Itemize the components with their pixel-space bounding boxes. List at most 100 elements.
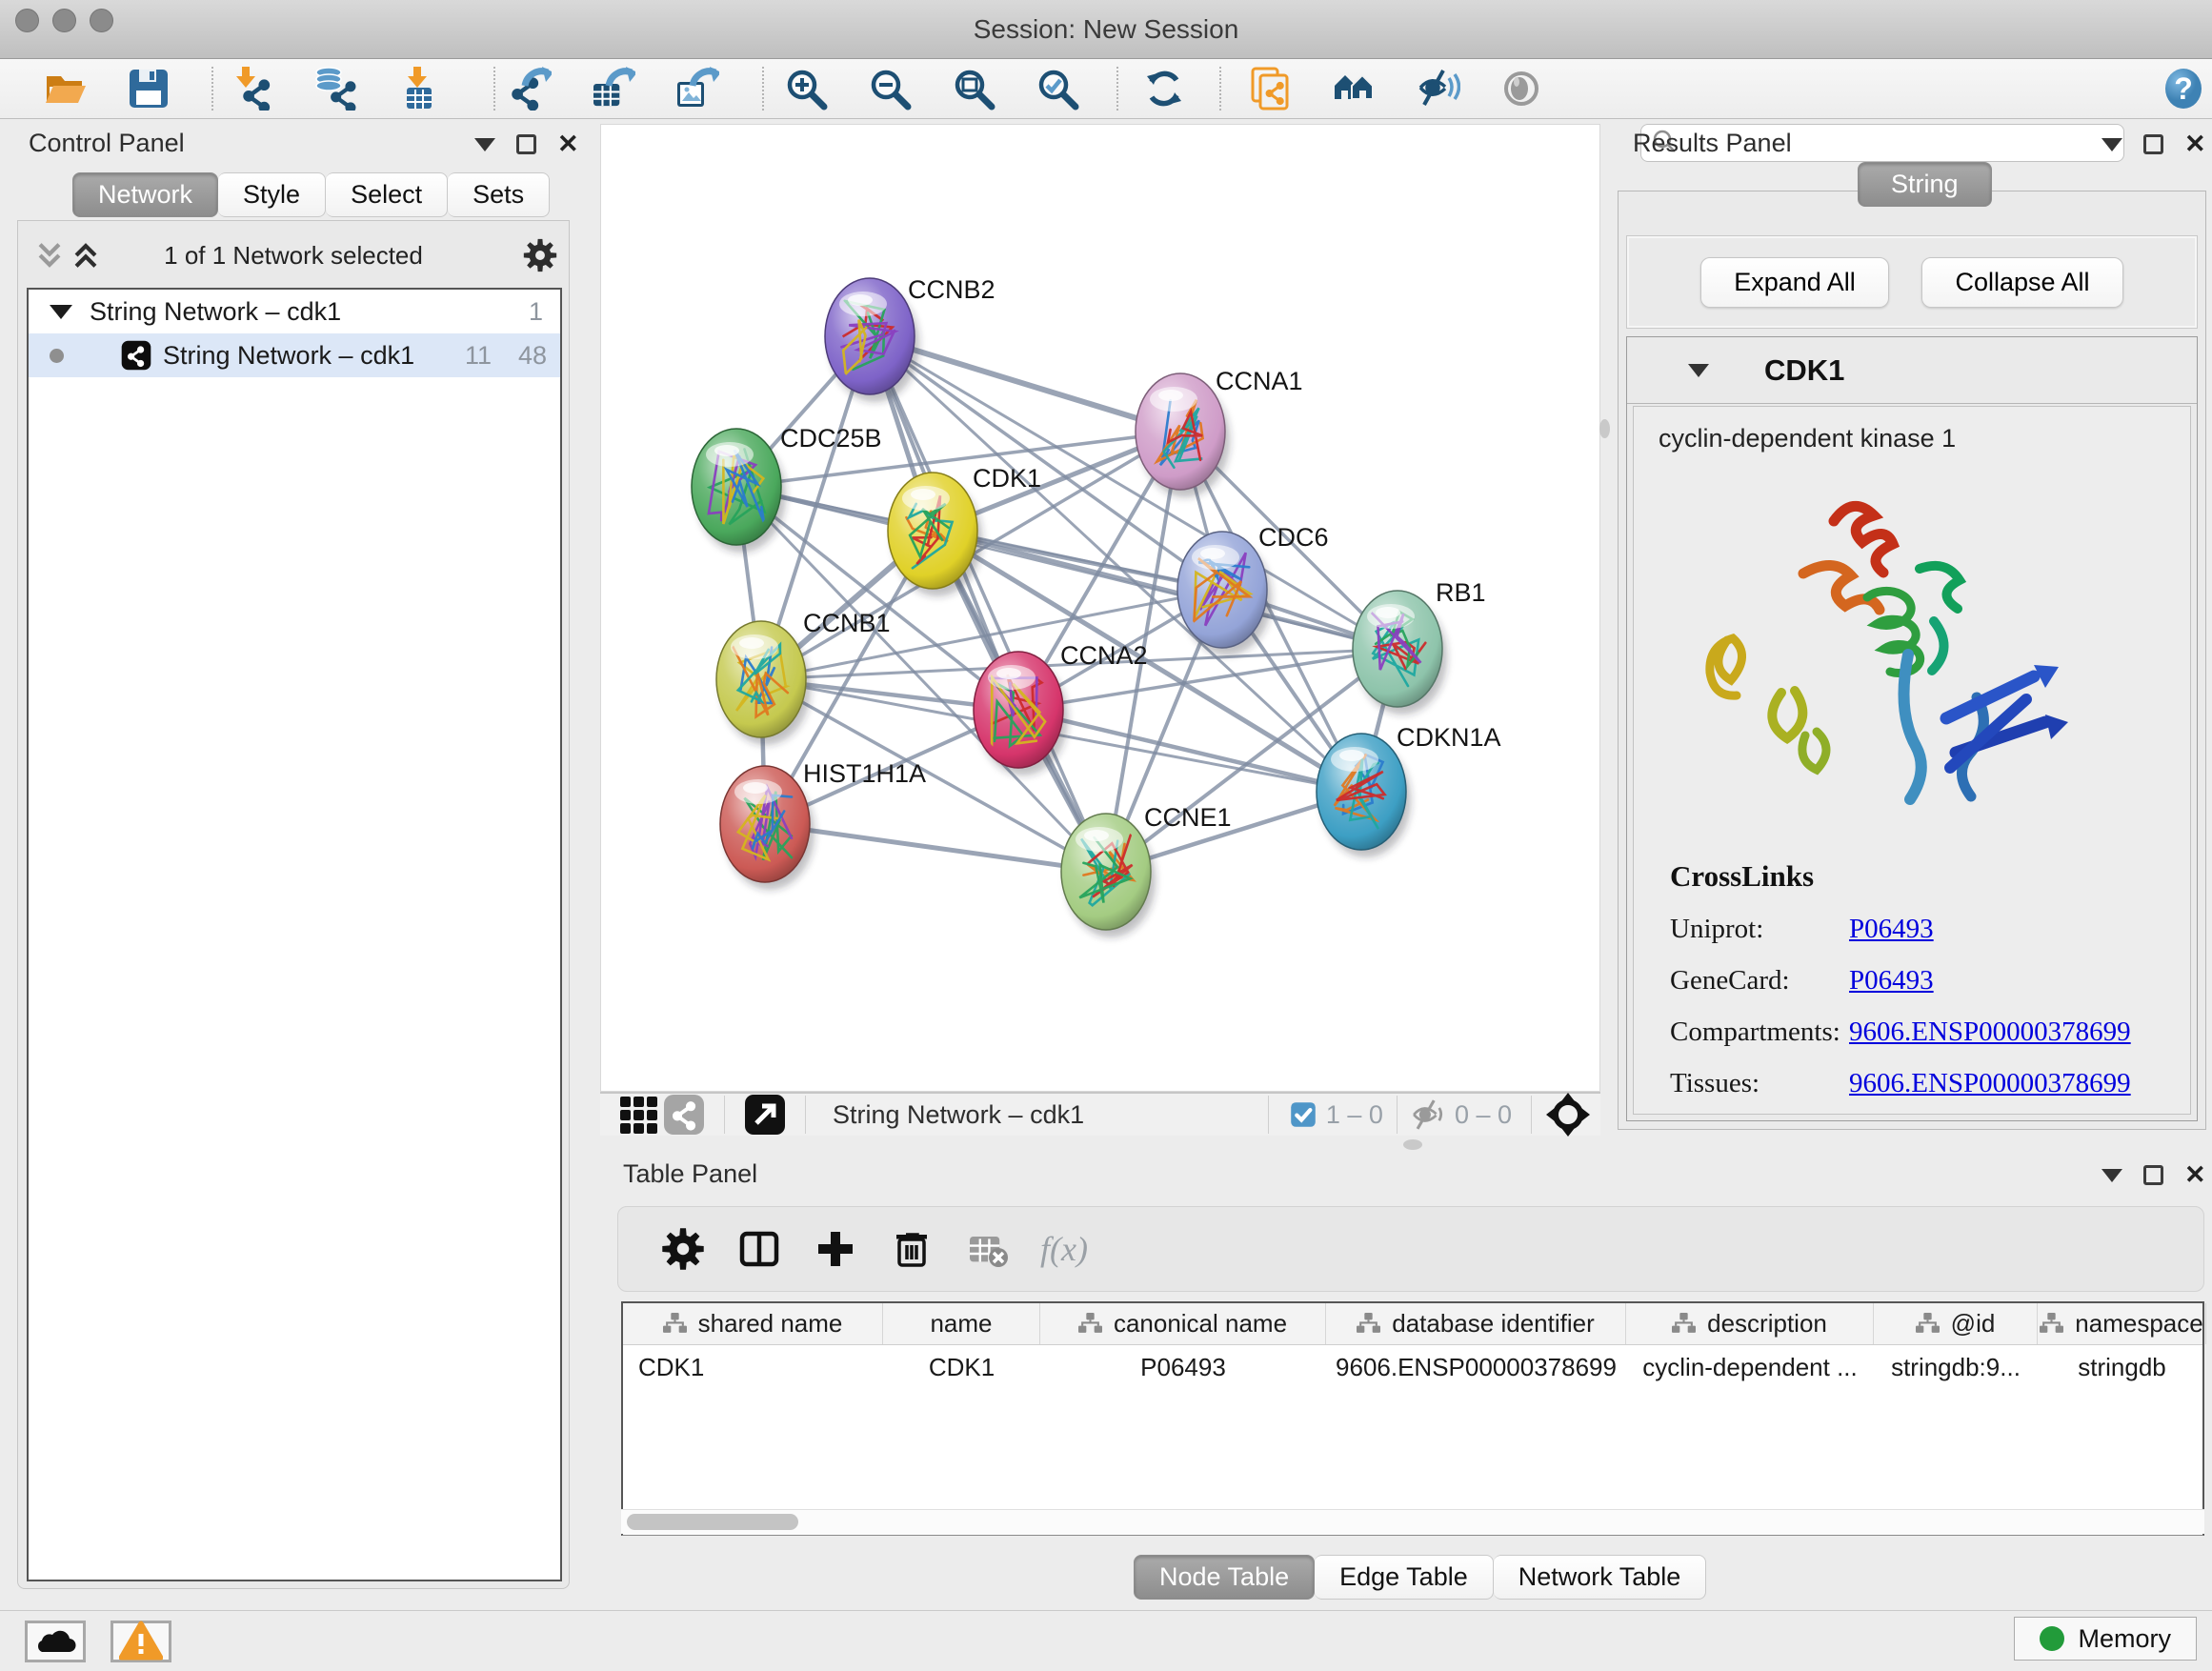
import-network-from-database-icon[interactable]: [312, 66, 358, 111]
results-panel-title: Results Panel: [1633, 129, 1792, 158]
export-image-icon[interactable]: [674, 66, 720, 111]
table-cell[interactable]: stringdb:9...: [1874, 1345, 2038, 1389]
panel-close-icon[interactable]: ✕: [2184, 1162, 2206, 1188]
tab-network-table[interactable]: Network Table: [1494, 1555, 1707, 1600]
close-window-icon[interactable]: [15, 9, 39, 32]
tab-network[interactable]: Network: [72, 172, 218, 217]
zoom-window-icon[interactable]: [90, 9, 113, 32]
refresh-layout-icon[interactable]: [1141, 66, 1187, 111]
detach-view-icon[interactable]: [742, 1092, 788, 1137]
tab-style[interactable]: Style: [218, 172, 326, 217]
selected-checkbox-icon[interactable]: [1290, 1101, 1317, 1128]
network-tab-content: 1 of 1 Network selected String Network –…: [17, 220, 570, 1589]
zoom-out-icon[interactable]: [867, 66, 913, 111]
crosslink-link[interactable]: 9606.ENSP00000378699: [1849, 1068, 2131, 1099]
edge-CCNA2-CDKN1A[interactable]: [1018, 710, 1361, 792]
expand-all-button[interactable]: Expand All: [1700, 257, 1889, 308]
table-settings-icon[interactable]: [658, 1224, 708, 1274]
crosslink-link[interactable]: P06493: [1849, 965, 1934, 997]
share-view-icon[interactable]: [661, 1092, 707, 1137]
column-label: @id: [1951, 1309, 1996, 1339]
column-header-name[interactable]: name: [883, 1303, 1040, 1344]
protein-card-header[interactable]: CDK1: [1627, 337, 2197, 404]
panel-menu-icon[interactable]: [2101, 1169, 2122, 1182]
table-cell[interactable]: 9606.ENSP00000378699: [1326, 1345, 1626, 1389]
show-columns-icon[interactable]: [734, 1224, 784, 1274]
warnings-button[interactable]: [111, 1621, 171, 1662]
panel-float-icon[interactable]: [2143, 1165, 2163, 1185]
zoom-in-icon[interactable]: [783, 66, 829, 111]
add-column-icon[interactable]: [811, 1224, 860, 1274]
grid-view-icon[interactable]: [615, 1092, 661, 1137]
panel-float-icon[interactable]: [516, 134, 536, 154]
tab-edge-table[interactable]: Edge Table: [1315, 1555, 1494, 1600]
protein-name: CDK1: [1764, 353, 1844, 388]
cloud-status-button[interactable]: [25, 1621, 86, 1662]
column-header-@id[interactable]: @id: [1874, 1303, 2038, 1344]
zoom-fit-content-icon[interactable]: [951, 66, 996, 111]
horizontal-splitter-handle[interactable]: [1403, 1139, 1422, 1150]
crosslink-label: GeneCard:: [1670, 965, 1849, 997]
horizontal-scrollbar[interactable]: [621, 1509, 2204, 1534]
table-cell[interactable]: stringdb: [2038, 1345, 2206, 1389]
column-header-canonical-name[interactable]: canonical name: [1040, 1303, 1326, 1344]
panel-float-icon[interactable]: [2143, 134, 2163, 154]
tab-sets[interactable]: Sets: [448, 172, 550, 217]
collapse-tree-icon[interactable]: [50, 305, 72, 319]
panel-close-icon[interactable]: ✕: [2184, 131, 2206, 157]
title-bar: Session: New Session: [0, 0, 2212, 59]
table-row[interactable]: CDK1CDK1P064939606.ENSP00000378699cyclin…: [623, 1345, 2202, 1389]
network-collection-row[interactable]: String Network – cdk1 1: [29, 290, 560, 333]
column-header-namespace[interactable]: namespace: [2038, 1303, 2206, 1344]
network-view[interactable]: CCNB2CCNA1CDC25BCDK1CDC6RB1CCNB1CCNA2CDK…: [600, 124, 1600, 1092]
minimize-window-icon[interactable]: [52, 9, 76, 32]
memory-button[interactable]: Memory: [2014, 1617, 2197, 1661]
help-icon[interactable]: ?: [2161, 66, 2206, 111]
import-network-from-file-icon[interactable]: [229, 66, 274, 111]
table-cell[interactable]: CDK1: [623, 1345, 883, 1389]
delete-column-icon[interactable]: [887, 1224, 936, 1274]
table-header-row: shared namenamecanonical namedatabase id…: [623, 1303, 2202, 1345]
open-session-icon[interactable]: [42, 66, 88, 111]
column-label: namespace: [2075, 1309, 2202, 1339]
table-cell[interactable]: P06493: [1040, 1345, 1326, 1389]
zoom-selected-icon[interactable]: [1035, 66, 1080, 111]
collapse-all-button[interactable]: Collapse All: [1921, 257, 2123, 308]
show-graphics-details-icon[interactable]: [1499, 66, 1545, 111]
crosslink-link[interactable]: 9606.ENSP00000378699: [1849, 1017, 2131, 1048]
export-table-icon[interactable]: [591, 66, 636, 111]
delete-table-icon[interactable]: [963, 1224, 1013, 1274]
tab-string[interactable]: String: [1858, 162, 1992, 207]
panel-menu-icon[interactable]: [474, 138, 495, 151]
tab-select[interactable]: Select: [326, 172, 448, 217]
network-row-selected[interactable]: String Network – cdk1 11 48: [29, 333, 560, 377]
string-home-icon[interactable]: [1332, 66, 1377, 111]
hide-graphics-details-icon[interactable]: [1416, 66, 1461, 111]
network-graph[interactable]: CCNB2CCNA1CDC25BCDK1CDC6RB1CCNB1CCNA2CDK…: [601, 125, 1599, 1091]
crosslinks-heading: CrossLinks: [1670, 859, 2190, 894]
import-table-from-file-icon[interactable]: [396, 66, 442, 111]
scrollbar-thumb[interactable]: [627, 1514, 798, 1530]
network-selection-text: 1 of 1 Network selected: [18, 241, 569, 271]
edge-CCNB2-CCNE1[interactable]: [870, 336, 1106, 872]
vertical-splitter-handle[interactable]: [1599, 419, 1610, 438]
export-network-icon[interactable]: [507, 66, 553, 111]
column-header-shared-name[interactable]: shared name: [623, 1303, 883, 1344]
table-cell[interactable]: CDK1: [883, 1345, 1040, 1389]
network-from-selection-icon[interactable]: [1248, 66, 1294, 111]
save-session-icon[interactable]: [126, 66, 171, 111]
collapse-section-icon[interactable]: [1688, 364, 1709, 377]
panel-menu-icon[interactable]: [2101, 138, 2122, 151]
table-cell[interactable]: cyclin-dependent ...: [1626, 1345, 1874, 1389]
function-builder-icon[interactable]: f(x): [1039, 1224, 1089, 1274]
panel-close-icon[interactable]: ✕: [557, 131, 579, 157]
birdseye-navigator-icon[interactable]: [1545, 1092, 1591, 1137]
string-results-content: Expand All Collapse All CDK1 cyclin-depe…: [1618, 191, 2206, 1130]
crosslink-link[interactable]: P06493: [1849, 914, 1934, 945]
column-header-database-identifier[interactable]: database identifier: [1326, 1303, 1626, 1344]
network-options-gear-icon[interactable]: [521, 236, 559, 274]
node-table[interactable]: shared namenamecanonical namedatabase id…: [621, 1301, 2204, 1536]
column-header-description[interactable]: description: [1626, 1303, 1874, 1344]
tab-node-table[interactable]: Node Table: [1134, 1555, 1315, 1600]
edge-HIST1H1A-CCNE1[interactable]: [765, 824, 1106, 872]
